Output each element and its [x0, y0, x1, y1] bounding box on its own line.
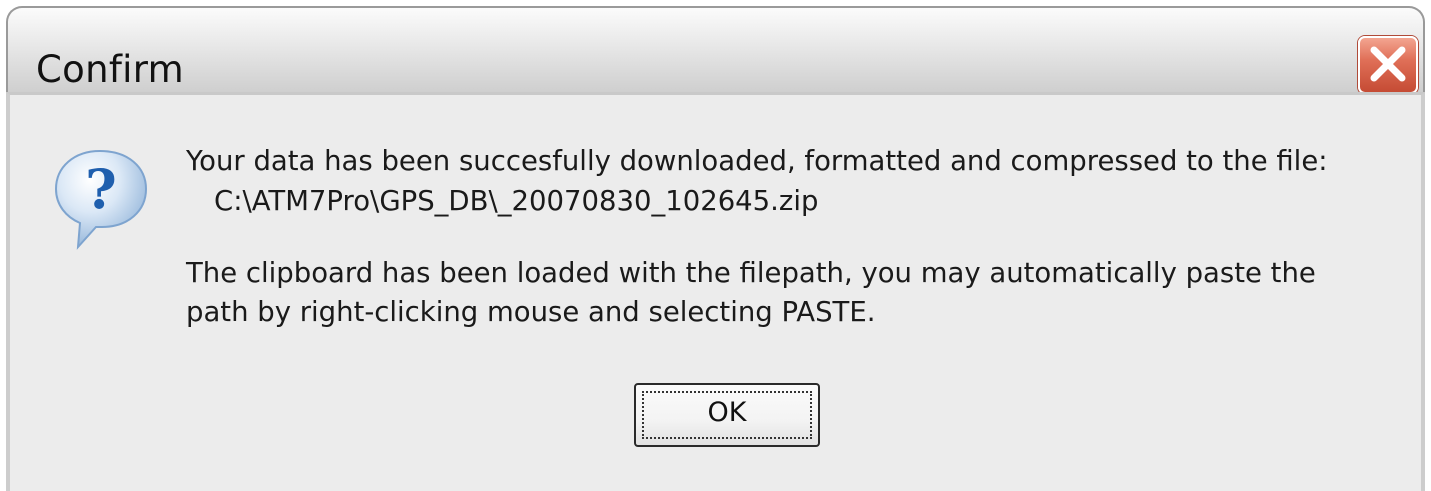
close-x-icon	[1370, 46, 1406, 82]
message-line-1: Your data has been succesfully downloade…	[186, 145, 1328, 177]
message-file-path: C:\ATM7Pro\GPS_DB\_20070830_102645.zip	[214, 185, 819, 217]
svg-text:?: ?	[85, 157, 117, 221]
ok-button[interactable]: OK	[634, 383, 820, 447]
dialog-title: Confirm	[36, 48, 184, 91]
title-bar[interactable]: Confirm	[6, 6, 1425, 94]
message-line-4: path by right-clicking mouse and selecti…	[186, 296, 876, 328]
confirm-dialog: Confirm ? Your data has been succesfully…	[0, 0, 1431, 491]
close-button[interactable]	[1358, 36, 1418, 94]
dialog-body: ? Your data has been succesfully downloa…	[6, 92, 1425, 491]
ok-button-label: OK	[707, 397, 747, 428]
message-line-3: The clipboard has been loaded with the f…	[186, 257, 1316, 289]
question-icon: ?	[54, 149, 148, 250]
